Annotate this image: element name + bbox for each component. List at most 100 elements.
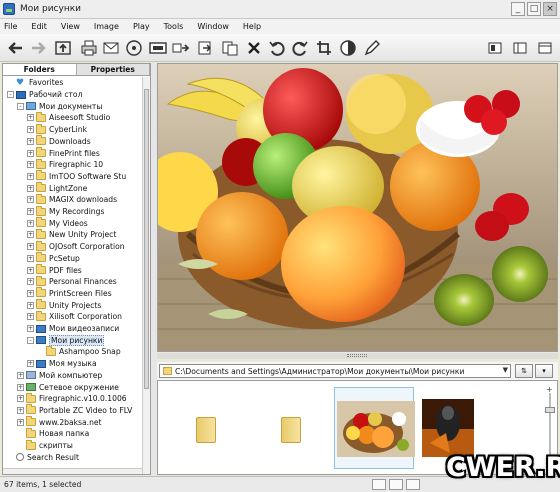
tree-item[interactable]: Ashampoo Snap (37, 345, 121, 358)
expand-toggle[interactable]: - (7, 91, 14, 99)
print-button[interactable] (79, 38, 99, 58)
move-to-button[interactable] (220, 38, 240, 58)
tree-item[interactable]: - Мои документы (17, 100, 102, 112)
expand-toggle[interactable]: + (17, 383, 24, 391)
expand-toggle[interactable]: + (17, 406, 24, 414)
back-button[interactable] (6, 38, 26, 58)
tree-item[interactable]: + MAGIX downloads (27, 193, 117, 206)
menu-help[interactable]: Help (243, 22, 261, 31)
chevron-down-icon[interactable]: ▼ (503, 366, 508, 374)
menu-play[interactable]: Play (133, 22, 150, 31)
tree-item[interactable]: + Portable ZC Video to FLV (17, 404, 132, 417)
thumbnail-folder[interactable] (166, 387, 246, 469)
tree-item[interactable]: + Моя музыка (27, 358, 97, 370)
tree-item[interactable]: + ImTOO Software Stu (27, 170, 126, 183)
tree-item[interactable]: + OJOsoft Corporation (27, 240, 125, 253)
delete-button[interactable] (244, 38, 264, 58)
tree-item[interactable]: + My Videos (27, 217, 88, 229)
crop-button[interactable] (314, 38, 334, 58)
expand-toggle[interactable]: + (27, 360, 34, 368)
expand-toggle[interactable]: + (27, 301, 34, 309)
tree-item[interactable]: Search Result (7, 451, 79, 463)
rotate-right-button[interactable] (290, 38, 310, 58)
close-button[interactable]: × (543, 2, 557, 16)
view-list-button[interactable] (372, 479, 386, 490)
expand-toggle[interactable]: + (27, 219, 34, 227)
maximize-button[interactable]: □ (527, 2, 541, 16)
tree-item[interactable]: скрипты (17, 439, 73, 452)
view-thumbnails-button[interactable] (406, 479, 420, 490)
tree-item[interactable]: + Xilisoft Corporation (27, 310, 122, 323)
expand-toggle[interactable]: + (17, 418, 24, 426)
cd-burn-button[interactable] (124, 38, 144, 58)
layout-button-3[interactable] (535, 38, 555, 58)
expand-toggle[interactable]: + (27, 266, 34, 274)
tree-item[interactable]: + PcSetup (27, 252, 80, 265)
menu-window[interactable]: Window (197, 22, 229, 31)
thumbnail-folder[interactable] (251, 387, 331, 469)
tree-item[interactable]: + My Recordings (27, 205, 104, 218)
expand-toggle[interactable]: + (27, 184, 34, 192)
tree-item[interactable]: Новая папка (17, 427, 89, 440)
tree-item[interactable]: + CyberLink (27, 123, 87, 136)
expand-toggle[interactable]: + (27, 149, 34, 157)
convert-button[interactable] (171, 38, 191, 58)
tree-scrollbar[interactable] (142, 77, 150, 474)
tree-item[interactable]: + LightZone (27, 182, 87, 194)
expand-toggle[interactable]: + (27, 325, 34, 333)
tree-item[interactable]: + www.2baksa.net (17, 416, 102, 428)
expand-toggle[interactable]: + (17, 395, 24, 403)
tree-item[interactable]: + Firegraphic.v10.0.1006 (17, 392, 127, 405)
filter-button[interactable]: ▾ (535, 364, 553, 378)
copy-to-button[interactable] (196, 38, 216, 58)
horizontal-splitter[interactable] (157, 353, 558, 359)
expand-toggle[interactable]: + (27, 137, 34, 145)
expand-toggle[interactable]: + (27, 172, 34, 180)
expand-toggle[interactable]: + (27, 196, 34, 204)
tree-item[interactable]: - Мои рисунки (27, 334, 105, 346)
minimize-button[interactable]: _ (511, 2, 525, 16)
email-button[interactable] (101, 38, 121, 58)
view-details-button[interactable] (389, 479, 403, 490)
tree-item[interactable]: + Сетевое окружение (17, 381, 119, 393)
menu-image[interactable]: Image (94, 22, 119, 31)
tree-item[interactable]: + Personal Finances (27, 275, 117, 288)
expand-toggle[interactable]: + (17, 371, 24, 379)
expand-toggle[interactable]: + (27, 126, 34, 134)
tree-item[interactable]: ♥ Favorites (7, 77, 63, 89)
tree-item[interactable]: + New Unity Project (27, 228, 116, 241)
expand-toggle[interactable]: + (27, 114, 34, 122)
menu-edit[interactable]: Edit (31, 22, 47, 31)
expand-toggle[interactable]: + (27, 254, 34, 262)
menu-tools[interactable]: Tools (164, 22, 184, 31)
expand-toggle[interactable]: + (27, 231, 34, 239)
forward-button[interactable] (28, 38, 48, 58)
up-folder-button[interactable] (53, 38, 73, 58)
tree-item[interactable]: + Firegraphic 10 (27, 158, 103, 171)
zoom-slider-knob[interactable] (545, 407, 555, 413)
expand-toggle[interactable]: + (27, 289, 34, 297)
tab-folders[interactable]: Folders (3, 64, 77, 75)
expand-toggle[interactable]: - (27, 336, 34, 344)
rotate-left-button[interactable] (267, 38, 287, 58)
tree-item[interactable]: + Aiseesoft Studio (27, 111, 110, 124)
slideshow-button[interactable] (148, 38, 168, 58)
thumbnail-fruit-photo[interactable] (334, 387, 415, 469)
tree-item[interactable]: + Мой компьютер (17, 370, 102, 382)
expand-toggle[interactable]: + (27, 243, 34, 251)
expand-toggle[interactable]: + (27, 161, 34, 169)
expand-toggle[interactable]: + (27, 313, 34, 321)
layout-button-2[interactable] (510, 38, 530, 58)
tree-hscrollbar[interactable] (3, 468, 142, 474)
tree-item[interactable]: + FinePrint files (27, 147, 100, 159)
tree-item[interactable]: - Рабочий стол (7, 89, 82, 101)
tab-properties[interactable]: Properties (77, 64, 150, 75)
sort-button[interactable]: ⇅ (515, 364, 533, 378)
adjust-button[interactable] (338, 38, 358, 58)
tree-item[interactable]: + PDF files (27, 264, 82, 276)
layout-button-1[interactable] (485, 38, 505, 58)
expand-toggle[interactable]: + (27, 208, 34, 216)
expand-toggle[interactable]: + (27, 278, 34, 286)
tree-item[interactable]: + PrintScreen Files (27, 287, 112, 300)
tree-item[interactable]: + Unity Projects (27, 299, 101, 311)
